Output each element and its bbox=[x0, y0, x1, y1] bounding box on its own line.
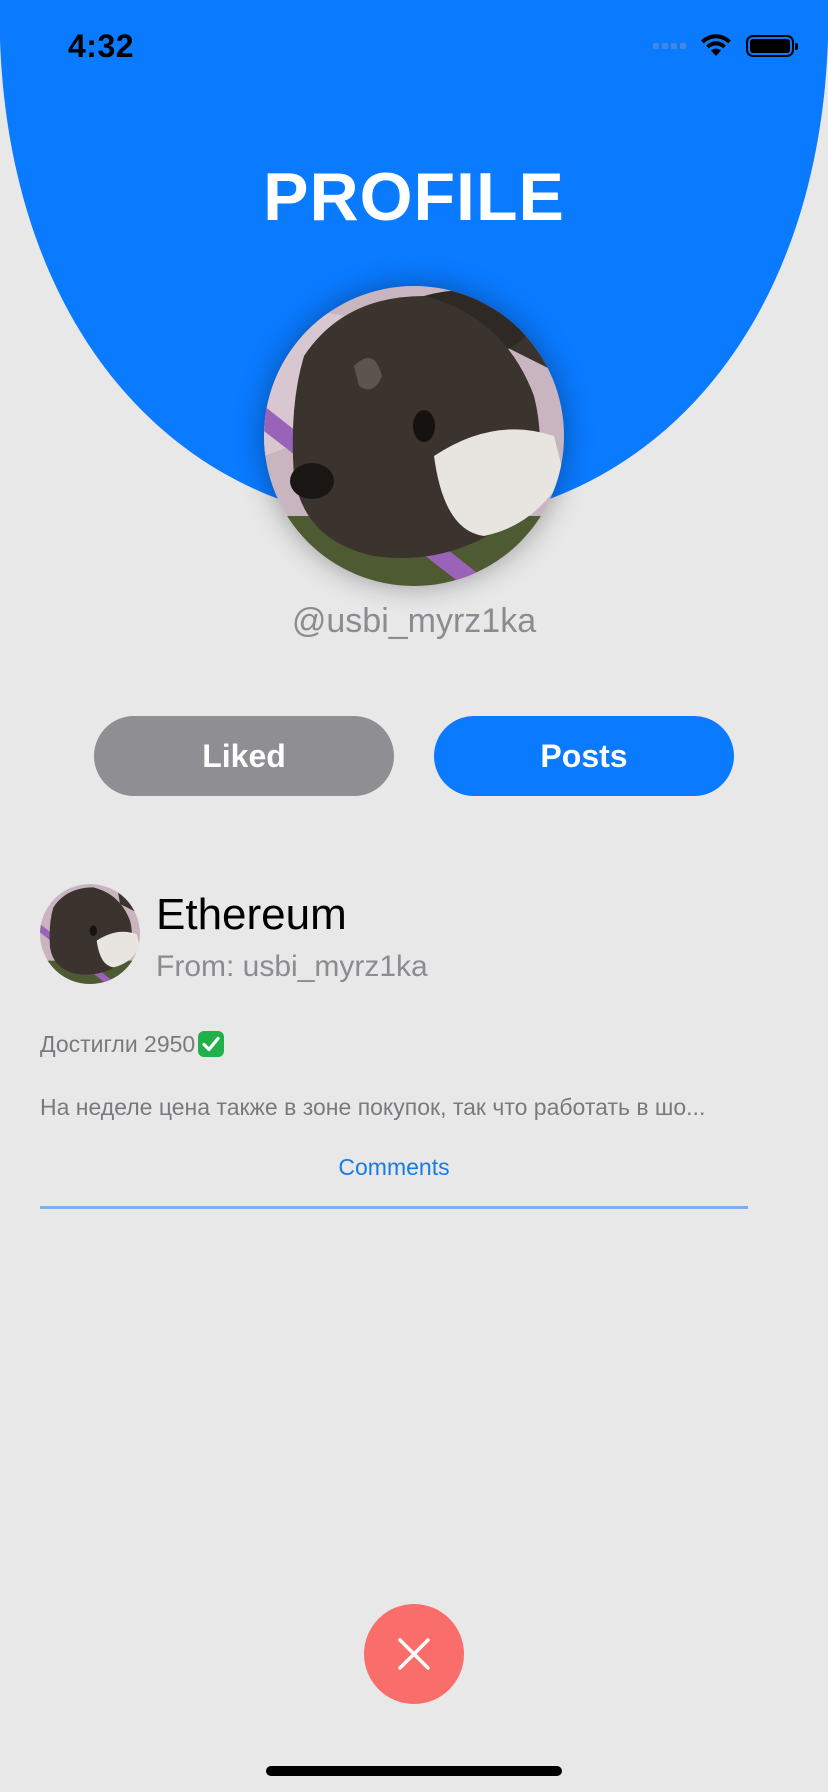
rabbit-photo-small bbox=[40, 884, 140, 984]
close-button[interactable] bbox=[364, 1604, 464, 1704]
comments-link[interactable]: Comments bbox=[40, 1154, 748, 1181]
post-headline-text: Достигли 2950 bbox=[40, 1030, 196, 1057]
post-title: Ethereum bbox=[156, 890, 347, 939]
status-icons bbox=[653, 34, 798, 58]
battery-icon bbox=[746, 35, 798, 57]
liked-tab-button[interactable]: Liked bbox=[94, 716, 394, 796]
home-indicator[interactable] bbox=[266, 1766, 562, 1776]
profile-avatar[interactable] bbox=[264, 286, 564, 586]
rabbit-photo bbox=[264, 286, 564, 586]
check-mark-emoji bbox=[198, 1031, 225, 1057]
post-body: На неделе цена также в зоне покупок, так… bbox=[40, 1094, 706, 1120]
wifi-icon bbox=[701, 34, 731, 56]
post-author: From: usbi_myrz1ka bbox=[156, 950, 428, 983]
post-divider bbox=[40, 1206, 748, 1209]
post-author-avatar[interactable] bbox=[40, 884, 140, 984]
status-time: 4:32 bbox=[68, 28, 135, 64]
profile-username: @usbi_myrz1ka bbox=[291, 602, 537, 640]
close-icon bbox=[398, 1638, 430, 1670]
page-title: PROFILE bbox=[263, 159, 565, 235]
posts-tab-button[interactable]: Posts bbox=[434, 716, 734, 796]
signal-icon bbox=[653, 43, 686, 49]
post-headline: Достигли 2950 bbox=[40, 1030, 225, 1058]
